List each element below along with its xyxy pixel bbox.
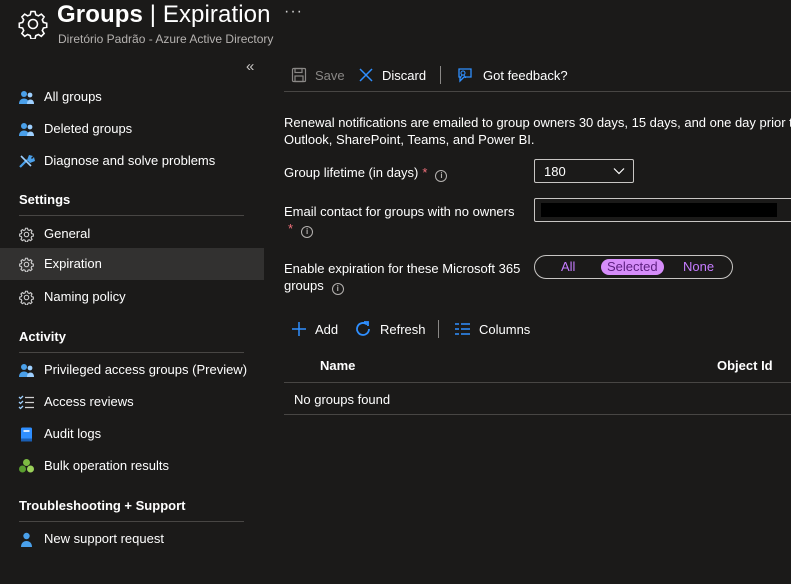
sidebar-item-new-support-request[interactable]: New support request <box>0 523 264 555</box>
sidebar-item-expiration[interactable]: Expiration <box>0 248 264 280</box>
sidebar-item-all-groups[interactable]: All groups <box>0 81 264 113</box>
sidebar-item-label: New support request <box>44 531 164 546</box>
sidebar-item-label: Privileged access groups (Preview) <box>44 362 248 377</box>
person-support-icon <box>18 531 35 548</box>
toggle-option-selected[interactable]: Selected <box>601 259 664 275</box>
toolbar: Save Discard Got feedback? <box>284 62 791 88</box>
email-contact-label: Email contact for groups with no owners … <box>284 204 515 238</box>
gear-icon <box>18 256 35 273</box>
info-icon[interactable]: i <box>435 170 448 182</box>
sidebar-item-deleted-groups[interactable]: Deleted groups <box>0 113 264 145</box>
sidebar-item-label: Audit logs <box>44 426 102 441</box>
lifetime-dropdown[interactable]: 180 <box>534 159 634 183</box>
page-title: Groups | Expiration <box>57 1 271 28</box>
sidebar-item-bulk-operation-results[interactable]: Bulk operation results <box>0 450 264 482</box>
section-heading-activity: Activity <box>19 329 66 344</box>
columns-icon <box>455 323 470 335</box>
toolbar-divider <box>440 66 441 84</box>
email-contact-input[interactable] <box>534 198 791 222</box>
feedback-icon <box>458 68 472 83</box>
required-marker: * <box>288 221 294 236</box>
page-header: Groups | Expiration Diretório Padrão - A… <box>0 0 791 56</box>
lifetime-label: Group lifetime (in days) * i <box>284 164 448 182</box>
add-button[interactable]: Add <box>291 317 338 341</box>
redacted-value <box>541 203 777 217</box>
sidebar-item-label: Deleted groups <box>44 121 133 136</box>
info-icon[interactable]: i <box>331 283 344 295</box>
sidebar-item-naming-policy[interactable]: Naming policy <box>0 281 264 313</box>
people-icon <box>18 362 35 379</box>
book-icon <box>18 426 35 443</box>
sidebar-item-label: All groups <box>44 89 102 104</box>
info-icon[interactable]: i <box>301 226 314 238</box>
toolbar-divider-line <box>284 91 791 92</box>
sidebar-item-audit-logs[interactable]: Audit logs <box>0 418 264 450</box>
sidebar-item-privileged-access-groups[interactable]: Privileged access groups (Preview) <box>0 354 264 386</box>
sidebar-item-diagnose[interactable]: Diagnose and solve problems <box>0 145 264 177</box>
section-divider <box>19 521 244 522</box>
expiration-scope-label: Enable expiration for these Microsoft 36… <box>284 261 521 295</box>
section-heading-settings: Settings <box>19 192 71 207</box>
sidebar-item-label: Naming policy <box>44 289 126 304</box>
clover-icon <box>18 458 35 475</box>
people-icon <box>18 121 35 138</box>
save-button[interactable]: Save <box>291 62 345 88</box>
sidebar-item-label: Expiration <box>44 256 102 271</box>
renewal-description: Renewal notifications are emailed to gro… <box>284 115 791 147</box>
toolbar-divider <box>438 320 439 338</box>
empty-state-message: No groups found <box>294 392 391 407</box>
sidebar-item-general[interactable]: General <box>0 218 264 250</box>
people-icon <box>18 89 35 106</box>
save-icon <box>291 67 307 83</box>
discard-button[interactable]: Discard <box>358 62 426 88</box>
wrench-icon <box>18 153 35 170</box>
sidebar-item-label: Access reviews <box>44 394 134 409</box>
chevron-down-icon <box>613 168 625 175</box>
add-icon <box>292 322 306 336</box>
page-subtitle: Diretório Padrão - Azure Active Director… <box>58 32 274 46</box>
sidebar-item-label: Bulk operation results <box>44 458 170 473</box>
column-header-name[interactable]: Name <box>320 358 355 373</box>
refresh-button[interactable]: Refresh <box>354 317 426 341</box>
section-heading-troubleshooting: Troubleshooting + Support <box>19 498 186 513</box>
required-marker: * <box>422 165 428 180</box>
group-commandbar: Add Refresh Columns <box>284 317 791 341</box>
sidebar-item-label: Diagnose and solve problems <box>44 153 216 168</box>
section-divider <box>19 352 244 353</box>
more-options-button[interactable]: ··· <box>284 3 303 21</box>
sidebar: « All groups Deleted groups Diagnose and… <box>0 56 264 584</box>
columns-button[interactable]: Columns <box>454 317 530 341</box>
sidebar-item-access-reviews[interactable]: Access reviews <box>0 386 264 418</box>
collapse-sidebar-button[interactable]: « <box>246 58 254 75</box>
refresh-icon <box>356 321 370 336</box>
close-icon <box>359 68 373 82</box>
column-header-object-id[interactable]: Object Id <box>717 358 773 373</box>
feedback-button[interactable]: Got feedback? <box>457 62 568 88</box>
gear-icon <box>18 10 48 39</box>
section-divider <box>19 215 244 216</box>
table-row-divider <box>284 414 791 415</box>
table-header-divider <box>284 382 791 383</box>
sidebar-item-label: General <box>44 226 91 241</box>
toggle-option-none[interactable]: None <box>683 259 714 275</box>
expiration-scope-toggle: All Selected None <box>534 255 733 279</box>
gear-icon <box>18 289 35 306</box>
toggle-option-all[interactable]: All <box>561 259 575 275</box>
checklist-icon <box>18 394 35 411</box>
gear-icon <box>18 226 35 243</box>
